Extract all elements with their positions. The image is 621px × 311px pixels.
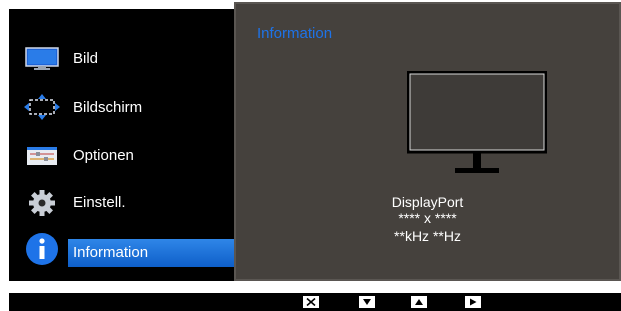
sidebar-item-label: Bildschirm — [73, 99, 143, 116]
sidebar-item-label: Information — [73, 244, 149, 261]
monitor-icon — [406, 70, 548, 179]
gear-icon — [24, 189, 60, 217]
options-sliders-icon — [24, 142, 60, 170]
close-icon[interactable] — [303, 296, 319, 308]
info-icon — [24, 231, 60, 265]
picture-icon — [24, 45, 60, 73]
panel-title: Information — [257, 25, 333, 42]
information-panel: Information DisplayPort **** x **** **kH… — [234, 2, 621, 281]
connection-type: DisplayPort — [391, 194, 464, 210]
sidebar-item-einstell[interactable]: Einstell. — [9, 179, 234, 227]
sidebar-item-optionen[interactable]: Optionen — [9, 132, 234, 180]
sidebar: Bild Bildschirm Optionen Einstell. Infor… — [9, 9, 234, 281]
control-key-bar — [9, 293, 621, 311]
down-arrow-icon[interactable] — [359, 296, 375, 308]
sidebar-item-label: Bild — [73, 50, 99, 67]
play-right-icon[interactable] — [465, 296, 481, 308]
sidebar-item-bild[interactable]: Bild — [9, 35, 234, 83]
osd-menu: Bild Bildschirm Optionen Einstell. Infor… — [9, 2, 621, 281]
screen-size-icon — [24, 94, 60, 122]
sidebar-item-label: Optionen — [73, 147, 134, 164]
sidebar-item-bildschirm[interactable]: Bildschirm — [9, 84, 234, 132]
up-arrow-icon[interactable] — [411, 296, 427, 308]
sidebar-item-label: Einstell. — [73, 194, 126, 211]
resolution-value: **** x **** — [398, 210, 457, 226]
frequency-value: **kHz **Hz — [394, 228, 461, 244]
sidebar-item-information[interactable]: Information — [9, 225, 234, 273]
